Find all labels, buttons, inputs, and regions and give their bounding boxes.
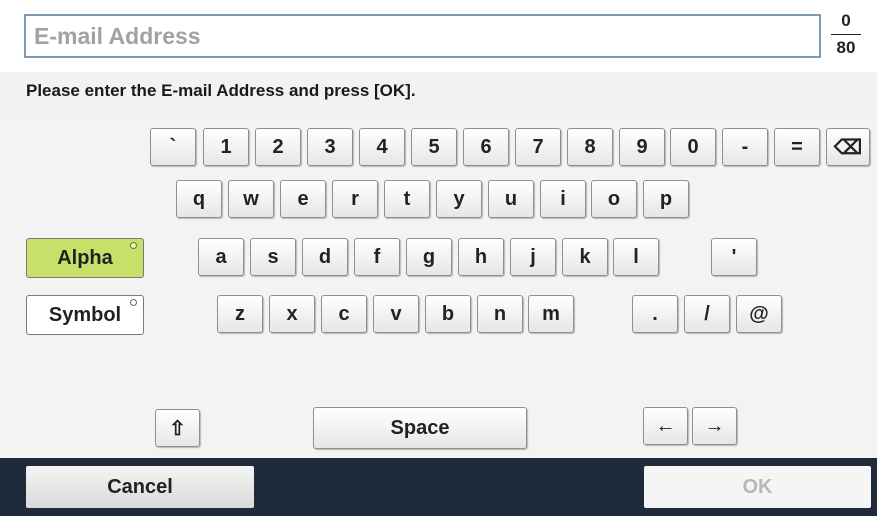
cancel-button[interactable]: Cancel — [26, 466, 254, 508]
counter-current: 0 — [841, 11, 851, 30]
key-0[interactable]: 0 — [670, 128, 716, 166]
key-s[interactable]: s — [250, 238, 296, 276]
key-b[interactable]: b — [425, 295, 471, 333]
key-d[interactable]: d — [302, 238, 348, 276]
character-counter: 0 80 — [827, 8, 865, 64]
key-r[interactable]: r — [332, 180, 378, 218]
key-k[interactable]: k — [562, 238, 608, 276]
key-y[interactable]: y — [436, 180, 482, 218]
key-f[interactable]: f — [354, 238, 400, 276]
selected-indicator-icon — [130, 242, 137, 249]
key-n[interactable]: n — [477, 295, 523, 333]
key-slash[interactable]: / — [684, 295, 730, 333]
shift-icon: ⇧ — [169, 417, 186, 440]
counter-divider — [831, 34, 861, 35]
key-2[interactable]: 2 — [255, 128, 301, 166]
key-minus[interactable]: - — [722, 128, 768, 166]
key-5[interactable]: 5 — [411, 128, 457, 166]
alpha-mode-label: Alpha — [57, 246, 113, 269]
right-arrow-icon: → — [704, 414, 725, 437]
right-arrow-button[interactable]: → — [692, 407, 737, 445]
shift-button[interactable]: ⇧ — [155, 409, 200, 447]
key-1[interactable]: 1 — [203, 128, 249, 166]
key-7[interactable]: 7 — [515, 128, 561, 166]
footer-bar: Cancel OK — [0, 458, 877, 516]
key-a[interactable]: a — [198, 238, 244, 276]
key-3[interactable]: 3 — [307, 128, 353, 166]
key-h[interactable]: h — [458, 238, 504, 276]
key-o[interactable]: o — [591, 180, 637, 218]
key-at[interactable]: @ — [736, 295, 782, 333]
key-4[interactable]: 4 — [359, 128, 405, 166]
input-row: 0 80 — [0, 0, 877, 66]
alpha-mode-button[interactable]: Alpha — [26, 238, 144, 278]
key-9[interactable]: 9 — [619, 128, 665, 166]
key-6[interactable]: 6 — [463, 128, 509, 166]
email-address-field[interactable] — [24, 14, 821, 58]
key-m[interactable]: m — [528, 295, 574, 333]
key-e[interactable]: e — [280, 180, 326, 218]
ok-button[interactable]: OK — [644, 466, 871, 508]
key-j[interactable]: j — [510, 238, 556, 276]
symbol-mode-label: Symbol — [48, 303, 122, 326]
key-c[interactable]: c — [321, 295, 367, 333]
key-u[interactable]: u — [488, 180, 534, 218]
indicator-icon — [130, 299, 137, 306]
key-8[interactable]: 8 — [567, 128, 613, 166]
key-z[interactable]: z — [217, 295, 263, 333]
key-x[interactable]: x — [269, 295, 315, 333]
key-period[interactable]: . — [632, 295, 678, 333]
backspace-icon: ⌫ — [833, 136, 863, 159]
key-t[interactable]: t — [384, 180, 430, 218]
key-i[interactable]: i — [540, 180, 586, 218]
key-apostrophe[interactable]: ' — [711, 238, 757, 276]
key-q[interactable]: q — [176, 180, 222, 218]
backspace-button[interactable]: ⌫ — [826, 128, 870, 166]
key-equals[interactable]: = — [774, 128, 820, 166]
key-v[interactable]: v — [373, 295, 419, 333]
instruction-text: Please enter the E-mail Address and pres… — [0, 72, 877, 118]
key-backtick[interactable]: ` — [150, 128, 196, 166]
left-arrow-button[interactable]: ← — [643, 407, 688, 445]
key-l[interactable]: l — [613, 238, 659, 276]
keyboard-area: ` 1 2 3 4 5 6 7 8 9 0 - = ⌫ q w e r t y … — [0, 118, 877, 458]
left-arrow-icon: ← — [655, 414, 676, 437]
space-button[interactable]: Space — [313, 407, 527, 449]
counter-max: 80 — [836, 38, 856, 57]
key-g[interactable]: g — [406, 238, 452, 276]
symbol-mode-button[interactable]: Symbol — [26, 295, 144, 335]
key-w[interactable]: w — [228, 180, 274, 218]
key-p[interactable]: p — [643, 180, 689, 218]
